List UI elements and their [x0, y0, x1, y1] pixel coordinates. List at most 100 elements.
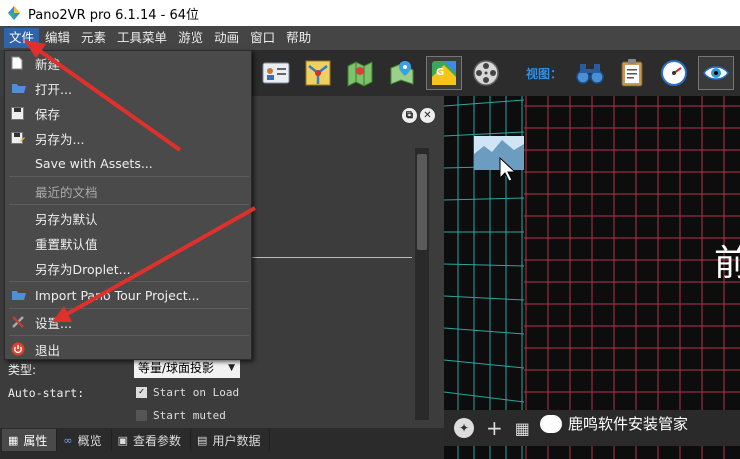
menu-separator	[9, 176, 249, 177]
menu-item-import-project[interactable]: Import Pano Tour Project...	[5, 283, 251, 307]
properties-icon: ▦	[8, 433, 19, 447]
save-icon	[11, 106, 33, 120]
projection-type-value: 等量/球面投影	[138, 361, 215, 375]
menu-item-save-as-default[interactable]: 另存为默认	[5, 206, 251, 230]
clipboard-icon[interactable]	[614, 56, 650, 90]
tab-view-params[interactable]: ▣ 查看参数	[112, 429, 192, 451]
start-muted-checkbox[interactable]	[136, 410, 147, 421]
menu-file[interactable]: 文件	[4, 28, 40, 48]
eye-icon[interactable]	[698, 56, 735, 90]
view-params-icon: ▣	[117, 433, 129, 447]
menu-tools[interactable]: 工具菜单	[112, 28, 172, 48]
gauge-icon[interactable]	[656, 56, 692, 90]
wechat-icon	[540, 414, 562, 433]
scrollbar-thumb[interactable]	[417, 154, 427, 250]
bottom-tab-bar: ▦ 属性 ∞ 概览 ▣ 查看参数 ▤ 用户数据	[0, 428, 444, 459]
divider	[252, 257, 412, 258]
menu-elements[interactable]: 元素	[76, 28, 111, 48]
add-icon[interactable]: +	[486, 416, 503, 440]
menu-item-save-with-assets-label: Save with Assets...	[35, 155, 153, 171]
start-on-load-label: Start on Load	[153, 386, 240, 399]
binoculars-icon[interactable]	[572, 56, 608, 90]
folder-open-icon	[11, 82, 33, 94]
watermark-text: 鹿鸣软件安装管家	[568, 415, 689, 433]
map-pin-icon[interactable]	[384, 56, 420, 90]
window-title: Pano2VR pro 6.1.14 - 64位	[28, 7, 199, 23]
film-reel-icon[interactable]	[468, 56, 504, 90]
user-data-icon: ▤	[197, 433, 208, 447]
menu-item-reset-default[interactable]: 重置默认值	[5, 231, 251, 255]
tools-icon	[11, 315, 33, 329]
menu-item-settings-label: 设置...	[35, 315, 72, 331]
menu-bar: 文件 编辑 元素 工具菜单 游览 动画 窗口 帮助	[0, 26, 740, 50]
compass-icon[interactable]: ✦	[454, 418, 474, 438]
power-icon	[11, 342, 33, 356]
type-label: 类型:	[8, 363, 37, 377]
menu-item-save-with-assets[interactable]: Save with Assets...	[5, 151, 251, 175]
map-icon[interactable]	[342, 56, 378, 90]
title-bar: Pano2VR pro 6.1.14 - 64位	[0, 0, 740, 26]
tab-properties[interactable]: ▦ 属性	[2, 429, 58, 451]
start-on-load-checkbox[interactable]: ✓	[136, 387, 147, 398]
menu-window[interactable]: 窗口	[245, 28, 280, 48]
binoculars-small-icon: ∞	[63, 433, 73, 447]
file-menu: 新建 打开... 保存 另存为... Save with Assets... 最…	[4, 50, 252, 360]
menu-item-recent-label: 最近的文档	[35, 184, 98, 200]
start-on-load-row[interactable]: ✓ Start on Load	[136, 386, 239, 399]
tab-view-params-label: 查看参数	[133, 433, 182, 448]
panorama-grid	[444, 96, 740, 459]
grid-icon[interactable]: ▦	[515, 419, 530, 438]
menu-item-save-as-droplet-label: 另存为Droplet...	[35, 261, 131, 277]
tab-properties-label: 属性	[23, 433, 48, 448]
panorama-viewer[interactable]: 前	[444, 96, 740, 459]
tab-user-data[interactable]: ▤ 用户数据	[191, 429, 271, 451]
start-muted-row[interactable]: Start muted	[136, 409, 226, 422]
float-panel-icon[interactable]: ⧉	[402, 108, 417, 123]
start-muted-label: Start muted	[153, 409, 226, 422]
menu-item-quit[interactable]: 退出	[5, 337, 251, 361]
menu-item-open-label: 打开...	[35, 81, 72, 97]
save-as-icon	[11, 131, 33, 145]
watermark: 鹿鸣软件安装管家	[540, 413, 688, 434]
menu-separator	[9, 204, 249, 205]
menu-edit[interactable]: 编辑	[40, 28, 75, 48]
menu-separator	[9, 281, 249, 282]
id-card-icon[interactable]	[258, 56, 294, 90]
menu-item-save[interactable]: 保存	[5, 101, 251, 125]
menu-item-save-as[interactable]: 另存为...	[5, 126, 251, 150]
folder-icon	[11, 289, 33, 301]
panel-header: ⧉ ✕	[252, 96, 444, 138]
menu-item-import-project-label: Import Pano Tour Project...	[35, 287, 200, 303]
menu-item-settings[interactable]: 设置...	[5, 310, 251, 334]
menu-item-save-as-droplet[interactable]: 另存为Droplet...	[5, 256, 251, 280]
toolbar: G 视图：	[252, 50, 740, 96]
menu-item-quit-label: 退出	[35, 342, 61, 358]
menu-item-save-as-label: 另存为...	[35, 131, 85, 147]
app-logo-icon	[6, 5, 22, 21]
tab-user-data-label: 用户数据	[212, 433, 261, 448]
chevron-down-icon: ▼	[228, 363, 235, 373]
close-panel-icon[interactable]: ✕	[420, 108, 435, 123]
svg-text:G: G	[436, 67, 444, 78]
menu-animation[interactable]: 动画	[209, 28, 244, 48]
tab-overview[interactable]: ∞ 概览	[57, 429, 112, 451]
projection-type-select[interactable]: 等量/球面投影 ▼	[134, 358, 240, 378]
new-file-icon	[11, 56, 33, 70]
menu-help[interactable]: 帮助	[281, 28, 316, 48]
view-label: 视图：	[526, 66, 563, 81]
viewer-overlay-text: 前	[714, 243, 740, 284]
google-maps-icon[interactable]: G	[426, 56, 462, 90]
autostart-label: Auto-start:	[8, 386, 85, 400]
menu-item-save-label: 保存	[35, 106, 61, 122]
menu-separator	[9, 335, 249, 336]
menu-tour[interactable]: 游览	[173, 28, 208, 48]
panel-scrollbar[interactable]	[415, 148, 429, 420]
menu-item-reset-default-label: 重置默认值	[35, 236, 98, 252]
tour-map-icon[interactable]	[300, 56, 336, 90]
menu-item-save-as-default-label: 另存为默认	[35, 211, 98, 227]
menu-item-recent[interactable]: 最近的文档	[5, 179, 251, 203]
tab-overview-label: 概览	[77, 433, 102, 448]
menu-item-new[interactable]: 新建	[5, 51, 251, 75]
menu-separator	[9, 308, 249, 309]
menu-item-open[interactable]: 打开...	[5, 76, 251, 100]
